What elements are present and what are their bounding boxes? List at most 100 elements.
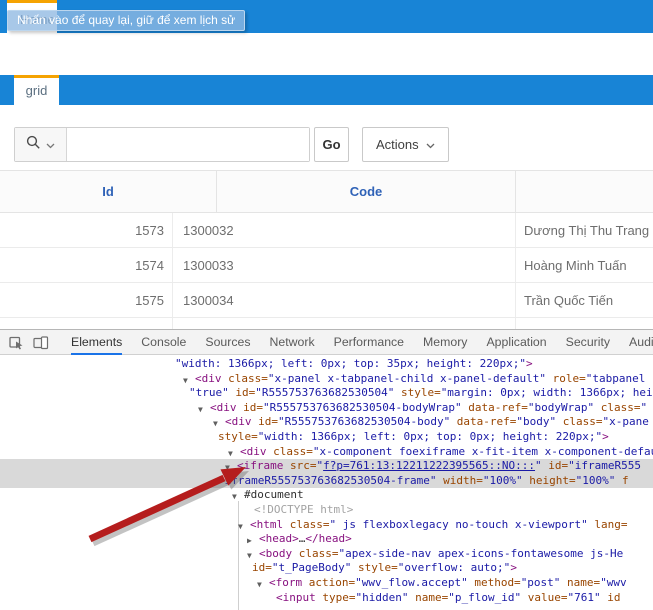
cell-code[interactable]: 1300034 xyxy=(172,283,515,317)
code-line[interactable]: "true" id="R555753763682530504" style="m… xyxy=(0,386,653,401)
code-token: id= xyxy=(228,386,256,400)
code-token: <div xyxy=(240,444,267,458)
code-line[interactable]: <input type="hidden" name="p_flow_id" va… xyxy=(0,591,653,606)
column-header-name[interactable] xyxy=(515,171,653,212)
code-token: style= xyxy=(218,429,258,443)
devtools-tab-application[interactable]: Application xyxy=(486,330,546,355)
code-token: <iframe xyxy=(237,459,284,473)
search-options-button[interactable] xyxy=(15,128,67,161)
code-token: name= xyxy=(408,590,449,604)
search-input[interactable] xyxy=(67,128,309,161)
code-token: "t_PageBody" xyxy=(271,561,352,575)
cell-code[interactable]: 1300035 xyxy=(172,318,515,329)
iframe-src-link[interactable]: f?p=761:13:12211222395565::NO::: xyxy=(323,459,535,472)
code-line[interactable]: ▼ <div id="R555753763682530504-body" data… xyxy=(0,415,653,430)
cell-name[interactable]: Trần Quốc Tiến xyxy=(515,283,653,317)
cell-id[interactable]: 1573 xyxy=(0,213,172,247)
code-token: <input xyxy=(276,590,316,604)
back-button-tooltip: Nhấn vào để quay lại, giữ để xem lịch sử xyxy=(7,10,246,31)
go-button[interactable]: Go xyxy=(314,127,349,162)
code-token: <body xyxy=(259,546,293,560)
cell-id[interactable]: 1575 xyxy=(0,283,172,317)
devtools-tab-network[interactable]: Network xyxy=(270,330,315,355)
cell-name[interactable]: Dương Thị Thu Trang xyxy=(515,213,653,247)
devtools-tab-security[interactable]: Security xyxy=(566,330,610,355)
column-header-code[interactable]: Code xyxy=(216,171,515,212)
screen: Home Nhấn vào để quay lại, giữ để xem lị… xyxy=(0,0,653,610)
code-token: "100%" xyxy=(482,473,523,487)
code-token: "width: 1366px; left: 0px; top: 35px; he… xyxy=(175,357,526,370)
code-token: "100%" xyxy=(575,473,616,487)
table-row[interactable]: 1575 1300034 Trần Quốc Tiến xyxy=(0,283,653,318)
code-token: "hidden" xyxy=(355,590,409,604)
code-line[interactable]: ▼ <div class="x-component foexiframe x-fi… xyxy=(0,445,653,460)
code-token: width= xyxy=(436,473,483,487)
code-token: "width: 1366px; left: 0px; top: 0px; hei… xyxy=(257,429,603,443)
devtools-tab-elements[interactable]: Elements xyxy=(71,330,123,355)
devtools-tab-sources[interactable]: Sources xyxy=(205,330,250,355)
app-tab-strip: grid xyxy=(0,75,653,105)
code-line[interactable]: ▼ <body class="apex-side-nav apex-icons-f… xyxy=(0,547,653,562)
device-toolbar-icon[interactable] xyxy=(33,334,49,350)
code-line[interactable]: "iframeR555753763682530504-frame" width=… xyxy=(0,473,653,489)
code-token: f xyxy=(615,473,629,487)
code-line[interactable]: ▼ <form action="wwv_flow.accept" method="… xyxy=(0,576,653,591)
code-token: src= xyxy=(283,459,317,473)
code-token: "margin: 0px; width: 1366px; hei xyxy=(440,386,653,400)
code-token: <div xyxy=(210,400,237,414)
devtools-tab-performance[interactable]: Performance xyxy=(334,330,404,355)
code-token: lang= xyxy=(587,517,628,531)
grid-region: Go Actions Id Code 1573 1300032 Dương Th… xyxy=(0,105,653,329)
chevron-down-icon xyxy=(46,136,55,154)
code-token: "iframeR555 xyxy=(568,459,642,473)
inspect-element-icon[interactable] xyxy=(9,334,24,350)
table-row[interactable]: 1576 1300035 Ngô Minh Hoàng xyxy=(0,318,653,329)
cell-code[interactable]: 1300032 xyxy=(172,213,515,247)
code-line[interactable]: <!DOCTYPE html> xyxy=(0,503,653,518)
column-header-id[interactable]: Id xyxy=(0,171,216,212)
tab-grid[interactable]: grid xyxy=(14,75,59,105)
code-token: action= xyxy=(302,575,356,589)
cell-name[interactable]: Hoàng Minh Tuấn xyxy=(515,248,653,282)
code-token: <head> xyxy=(259,532,299,546)
code-token: "x-panel x-tabpanel-child x-panel-defaul… xyxy=(267,371,547,385)
cell-id[interactable]: 1574 xyxy=(0,248,172,282)
devtools-tab-audits[interactable]: Audits xyxy=(629,330,653,355)
code-line[interactable]: ▼ #document xyxy=(0,488,653,503)
code-token: > xyxy=(526,357,533,370)
code-line[interactable]: ▼ <div id="R555753763682530504-bodyWrap" … xyxy=(0,401,653,416)
code-token: "wwv xyxy=(600,575,627,589)
grid-body: 1573 1300032 Dương Thị Thu Trang 1574 13… xyxy=(0,213,653,329)
code-token: value= xyxy=(521,590,568,604)
table-row[interactable]: 1573 1300032 Dương Thị Thu Trang xyxy=(0,213,653,248)
code-token: style= xyxy=(351,561,398,575)
code-token: "overflow: auto;" xyxy=(397,561,511,575)
code-token: id= xyxy=(251,415,278,429)
code-token: style= xyxy=(394,386,441,400)
code-token: " xyxy=(640,400,648,414)
chevron-down-icon xyxy=(426,137,435,152)
code-token: <form xyxy=(269,575,303,589)
cell-name[interactable]: Ngô Minh Hoàng xyxy=(515,318,653,329)
cell-code[interactable]: 1300033 xyxy=(172,248,515,282)
code-token: "761" xyxy=(567,590,601,604)
devtools-tab-memory[interactable]: Memory xyxy=(423,330,467,355)
code-token: class= xyxy=(266,444,313,458)
table-row[interactable]: 1574 1300033 Hoàng Minh Tuấn xyxy=(0,248,653,283)
code-token: role= xyxy=(546,371,586,385)
code-token: class= xyxy=(594,400,641,414)
code-token: class= xyxy=(283,517,330,531)
code-line[interactable]: ▼ <iframe src="f?p=761:13:12211222395565:… xyxy=(0,459,653,474)
actions-button-label: Actions xyxy=(376,137,419,152)
code-line[interactable]: id="t_PageBody" style="overflow: auto;"> xyxy=(0,561,653,576)
code-line[interactable]: ▶ <head>…</head> xyxy=(0,532,653,547)
devtools-tab-console[interactable]: Console xyxy=(141,330,186,355)
code-line[interactable]: "width: 1366px; left: 0px; top: 35px; he… xyxy=(0,357,653,372)
code-line[interactable]: ▼ <html class=" js flexboxlegacy no-touch… xyxy=(0,518,653,533)
grid-header-row: Id Code xyxy=(0,170,653,213)
code-line[interactable]: style="width: 1366px; left: 0px; top: 0p… xyxy=(0,430,653,445)
code-token: class= xyxy=(556,415,603,429)
code-line[interactable]: ▼ <div class="x-panel x-tabpanel-child x-… xyxy=(0,372,653,387)
cell-id[interactable]: 1576 xyxy=(0,318,172,330)
actions-button[interactable]: Actions xyxy=(362,127,449,162)
